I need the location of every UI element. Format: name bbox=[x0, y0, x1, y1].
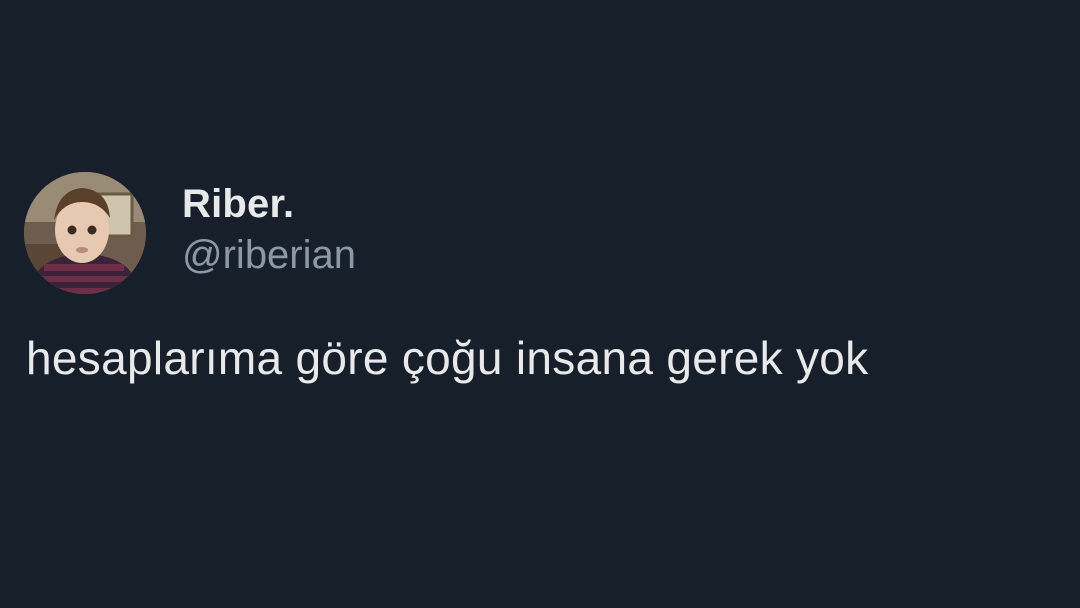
avatar[interactable] bbox=[24, 172, 146, 294]
tweet-text: hesaplarıma göre çoğu insana gerek yok bbox=[26, 332, 869, 384]
child-portrait-avatar-icon bbox=[24, 172, 146, 294]
display-name[interactable]: Riber. bbox=[182, 180, 294, 228]
user-handle[interactable]: @riberian bbox=[182, 230, 356, 280]
tweet-card: Riber. @riberian hesaplarıma göre çoğu i… bbox=[0, 0, 1080, 608]
